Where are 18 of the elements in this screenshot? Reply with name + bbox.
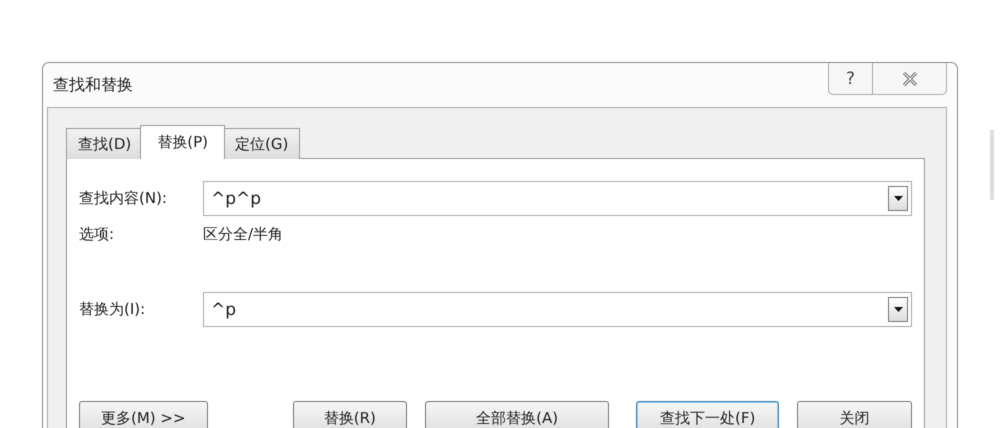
find-field[interactable]: ^p^p xyxy=(203,181,912,216)
tab[interactable]: 定位(G) xyxy=(223,128,300,159)
dialog-button[interactable]: 全部替换(A) xyxy=(425,401,610,428)
dialog-button[interactable]: 查找下一处(F) xyxy=(636,401,780,428)
scrollbar[interactable] xyxy=(990,130,994,200)
tab[interactable]: 替换(P) xyxy=(140,125,226,159)
window-title: 查找和替换 xyxy=(52,74,133,96)
dialog-button[interactable]: 关闭 xyxy=(797,401,912,428)
replace-field[interactable]: ^p xyxy=(203,292,912,327)
help-button[interactable]: ? xyxy=(828,63,873,95)
dialog-button[interactable]: 替换(R) xyxy=(292,401,408,428)
options-value: 区分全/半角 xyxy=(203,224,284,244)
dialog-button[interactable]: 更多(M) >> xyxy=(79,401,208,428)
close-icon xyxy=(902,72,918,86)
options-label: 选项: xyxy=(79,224,116,244)
field-label: 查找内容(N): xyxy=(79,189,168,208)
close-button[interactable] xyxy=(873,63,947,95)
field-label: 替换为(I): xyxy=(79,300,146,319)
